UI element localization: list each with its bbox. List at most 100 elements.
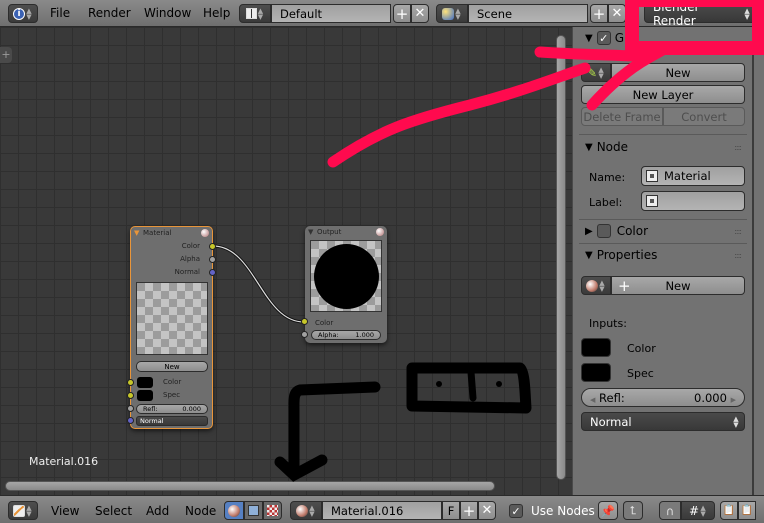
new-material-button[interactable]: + <box>460 501 478 520</box>
socket-output-normal[interactable] <box>209 269 216 276</box>
pin-button[interactable]: 📌 <box>598 501 618 520</box>
updown-icon: ▲ ▼ <box>455 6 461 21</box>
output-preview <box>310 240 382 312</box>
vertical-scrollbar[interactable] <box>556 35 566 480</box>
material-new-button[interactable]: + New <box>611 276 745 295</box>
copy-nodes-button[interactable]: 📋 <box>720 501 738 520</box>
socket-input-refl[interactable] <box>127 405 134 412</box>
screen-layout-field[interactable]: Default <box>271 4 391 23</box>
socket-input-color[interactable] <box>127 379 134 386</box>
material-node[interactable]: ▼ Material Color Alpha Normal New Color … <box>127 226 216 429</box>
node-panel-header[interactable]: ▼ Node :::: <box>573 136 749 158</box>
scene-selector[interactable]: ▲ ▼ <box>436 4 468 23</box>
increment-arrow-icon[interactable]: ▶ <box>731 396 736 404</box>
fake-user-button[interactable]: F <box>442 501 460 520</box>
grease-pencil-data-selector[interactable]: ✎ ▲ ▼ <box>581 63 611 82</box>
menu-view[interactable]: View <box>51 504 79 518</box>
menu-node[interactable]: Node <box>185 504 216 518</box>
material-preview-icon[interactable] <box>376 228 384 236</box>
render-engine-select[interactable]: Blender Render ▲ ▼ <box>644 0 756 28</box>
scene-icon <box>442 7 454 20</box>
new-layer-button[interactable]: New Layer <box>581 85 745 104</box>
decrement-arrow-icon[interactable]: ◀ <box>590 396 595 404</box>
node-label-field[interactable] <box>641 191 745 211</box>
refl-slider[interactable]: ◀ Refl: 0.000 ▶ <box>581 388 745 407</box>
horizontal-scrollbar[interactable] <box>5 481 495 491</box>
material-node-new-button[interactable]: New <box>136 361 208 372</box>
updown-icon: ▲ ▼ <box>700 503 706 518</box>
material-name-overlay: Material.016 <box>29 455 99 468</box>
color-input-swatch[interactable] <box>581 338 611 357</box>
clipboard-copy-icon: 📋 <box>722 505 736 516</box>
material-preview-icon[interactable] <box>201 229 209 237</box>
color-panel-checkbox[interactable] <box>596 224 611 238</box>
unlink-material-button[interactable]: ✕ <box>478 501 496 520</box>
socket-input-normal[interactable] <box>127 417 134 424</box>
refl-label: Refl: <box>143 405 158 413</box>
paste-nodes-button[interactable]: 📋 <box>738 501 756 520</box>
output-node-header[interactable]: ▼ Output <box>305 226 387 238</box>
material-name-field[interactable]: Material.016 <box>322 501 442 520</box>
refl-slider[interactable]: Refl: 0.000 <box>136 404 208 414</box>
snap-toggle[interactable]: ∩ <box>659 501 681 520</box>
menu-select[interactable]: Select <box>95 504 132 518</box>
refl-label: Refl: <box>599 390 625 405</box>
editor-type-button[interactable]: ▲ ▼ <box>8 501 38 520</box>
screen-layout-selector[interactable]: ▲ ▼ <box>239 4 271 23</box>
updown-icon: ▲ ▼ <box>744 6 750 21</box>
texture-nodes-button[interactable] <box>263 501 282 520</box>
spec-swatch[interactable] <box>137 390 153 401</box>
color-panel-title: Color <box>616 224 649 238</box>
color-swatch[interactable] <box>137 377 153 388</box>
material-node-header[interactable]: ▼ Material <box>131 227 212 239</box>
drag-grip-icon[interactable]: :::: <box>734 251 742 260</box>
menu-help[interactable]: Help <box>203 6 230 20</box>
node-editor-canvas[interactable]: + ▼ Material Color Alpha Normal New Colo… <box>0 27 572 495</box>
normal-value: Normal <box>140 417 164 425</box>
menu-window[interactable]: Window <box>144 6 191 20</box>
plus-icon: + <box>618 276 631 295</box>
socket-input-color[interactable] <box>301 318 308 325</box>
delete-screen-button[interactable]: ✕ <box>411 4 429 23</box>
normal-select[interactable]: Normal <box>136 416 208 426</box>
material-data-selector[interactable]: ▲ ▼ <box>581 276 611 295</box>
properties-panel-title: Properties <box>596 248 658 262</box>
editor-type-button[interactable]: i ▲ ▼ <box>8 4 38 23</box>
output-node[interactable]: ▼ Output Color Alpha: 1.000 <box>301 226 387 343</box>
color-panel-header[interactable]: ▶ Color :::: <box>573 220 749 242</box>
spec-input-swatch[interactable] <box>581 363 611 382</box>
grease-pencil-new-button[interactable]: New <box>611 63 745 82</box>
menu-file[interactable]: File <box>50 6 70 20</box>
properties-panel-header[interactable]: ▼ Properties :::: <box>573 244 749 266</box>
socket-input-alpha[interactable] <box>301 331 308 338</box>
alpha-slider[interactable]: Alpha: 1.000 <box>311 330 381 340</box>
snap-element-select[interactable]: # ▲ ▼ <box>681 501 715 520</box>
material-browse-button[interactable]: ▲ ▼ <box>290 501 322 520</box>
go-parent-button[interactable]: ⮤ <box>623 501 643 520</box>
socket-output-alpha[interactable] <box>209 256 216 263</box>
add-scene-button[interactable]: + <box>590 4 608 23</box>
grease-pencil-panel-header[interactable]: ▼ ✓ Gr <box>573 27 749 49</box>
normal-select[interactable]: Normal ▲ ▼ <box>581 412 745 431</box>
snap-grid-icon: # <box>688 503 700 518</box>
delete-scene-button[interactable]: ✕ <box>608 4 626 23</box>
add-screen-button[interactable]: + <box>393 4 411 23</box>
shader-nodes-button[interactable] <box>224 501 244 520</box>
menu-render[interactable]: Render <box>88 6 131 20</box>
render-engine-value: Blender Render <box>653 0 700 28</box>
socket-output-color[interactable] <box>209 243 216 250</box>
collapse-triangle-icon[interactable]: ▼ <box>134 227 139 239</box>
use-nodes-checkbox[interactable]: ✓ <box>509 504 523 518</box>
grease-pencil-checkbox[interactable]: ✓ <box>596 31 611 45</box>
node-name-field[interactable]: Material <box>641 166 745 186</box>
drag-grip-icon[interactable]: :::: <box>734 143 742 152</box>
preview-sphere <box>313 243 379 309</box>
compositing-nodes-button[interactable] <box>244 501 263 520</box>
scene-field[interactable]: Scene <box>468 4 588 23</box>
collapse-triangle-icon[interactable]: ▼ <box>308 226 313 238</box>
material-name-value: Material.016 <box>331 503 404 518</box>
close-icon: ✕ <box>611 6 623 21</box>
drag-grip-icon[interactable]: :::: <box>734 227 742 236</box>
socket-input-spec[interactable] <box>127 392 134 399</box>
menu-add[interactable]: Add <box>146 504 169 518</box>
